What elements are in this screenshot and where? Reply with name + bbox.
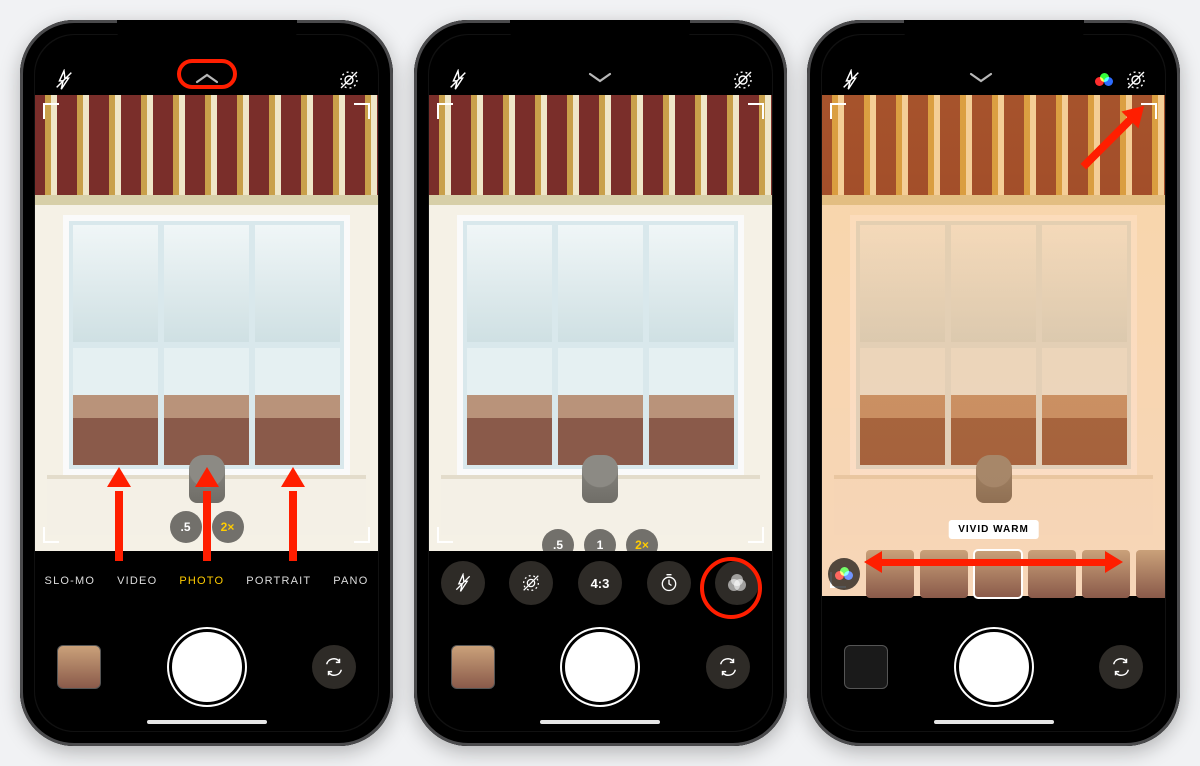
collapse-controls-chevron[interactable] [587, 71, 613, 85]
live-photo-toggle[interactable] [728, 65, 758, 95]
live-photo-tool[interactable] [509, 561, 553, 605]
bottom-controls [35, 623, 378, 711]
flash-toggle[interactable] [49, 65, 79, 95]
zoom-wide[interactable]: .5 [542, 529, 574, 561]
shutter-button[interactable] [959, 632, 1029, 702]
shutter-button[interactable] [172, 632, 242, 702]
camera-app-screen: VIVID WARM [822, 35, 1165, 731]
notch [904, 20, 1084, 48]
mode-pano[interactable]: PANO [333, 575, 368, 587]
mode-slomo[interactable]: SLO-MO [45, 575, 96, 587]
home-indicator[interactable] [147, 720, 267, 724]
zoom-selector[interactable]: .5 2× [170, 511, 244, 543]
live-photo-toggle[interactable] [334, 65, 364, 95]
zoom-selector[interactable]: .5 1 2× [542, 529, 658, 561]
viewfinder[interactable] [35, 95, 378, 551]
last-shot-thumbnail[interactable] [57, 645, 101, 689]
annotation-double-arrow-swipe [864, 551, 1123, 573]
mode-portrait[interactable]: PORTRAIT [246, 575, 311, 587]
shutter-button[interactable] [565, 632, 635, 702]
camera-switch-button[interactable] [312, 645, 356, 689]
top-bar [822, 63, 1165, 97]
top-bar [35, 63, 378, 97]
home-indicator[interactable] [934, 720, 1054, 724]
bottom-controls [429, 623, 772, 711]
top-bar [429, 63, 772, 97]
notch [117, 20, 297, 48]
last-shot-thumbnail[interactable] [451, 645, 495, 689]
phone-screenshot-2: .5 1 2× 4:3 [414, 20, 787, 746]
filter-picker-icon[interactable] [828, 558, 860, 590]
camera-app-screen: .5 2× SLO-MO VIDEO PHOTO PORTRAIT PANO [35, 35, 378, 731]
zoom-tele[interactable]: 2× [212, 511, 244, 543]
live-photo-toggle[interactable] [1121, 65, 1151, 95]
filter-name-badge: VIVID WARM [948, 520, 1039, 539]
zoom-wide[interactable]: .5 [170, 511, 202, 543]
home-indicator[interactable] [540, 720, 660, 724]
timer-tool[interactable] [647, 561, 691, 605]
filters-tool[interactable] [715, 561, 759, 605]
camera-app-screen: .5 1 2× 4:3 [429, 35, 772, 731]
bottom-controls [822, 623, 1165, 711]
last-shot-thumbnail[interactable] [844, 645, 888, 689]
zoom-std[interactable]: 1 [584, 529, 616, 561]
expand-controls-chevron[interactable] [194, 71, 220, 85]
mode-video[interactable]: VIDEO [117, 575, 157, 587]
expanded-toolbar: 4:3 [429, 555, 772, 611]
filter-active-indicator-icon [1095, 73, 1113, 87]
flash-toggle[interactable] [836, 65, 866, 95]
aspect-ratio-tool[interactable]: 4:3 [578, 561, 622, 605]
mode-strip[interactable]: SLO-MO VIDEO PHOTO PORTRAIT PANO [35, 563, 378, 599]
zoom-tele[interactable]: 2× [626, 529, 658, 561]
filter-thumb[interactable] [1136, 550, 1165, 598]
camera-switch-button[interactable] [706, 645, 750, 689]
phone-screenshot-3: VIVID WARM [807, 20, 1180, 746]
notch [510, 20, 690, 48]
flash-tool[interactable] [441, 561, 485, 605]
collapse-controls-chevron[interactable] [968, 71, 994, 85]
camera-switch-button[interactable] [1099, 645, 1143, 689]
viewfinder[interactable] [429, 95, 772, 551]
mode-photo[interactable]: PHOTO [179, 575, 224, 587]
flash-toggle[interactable] [443, 65, 473, 95]
phone-screenshot-1: .5 2× SLO-MO VIDEO PHOTO PORTRAIT PANO [20, 20, 393, 746]
